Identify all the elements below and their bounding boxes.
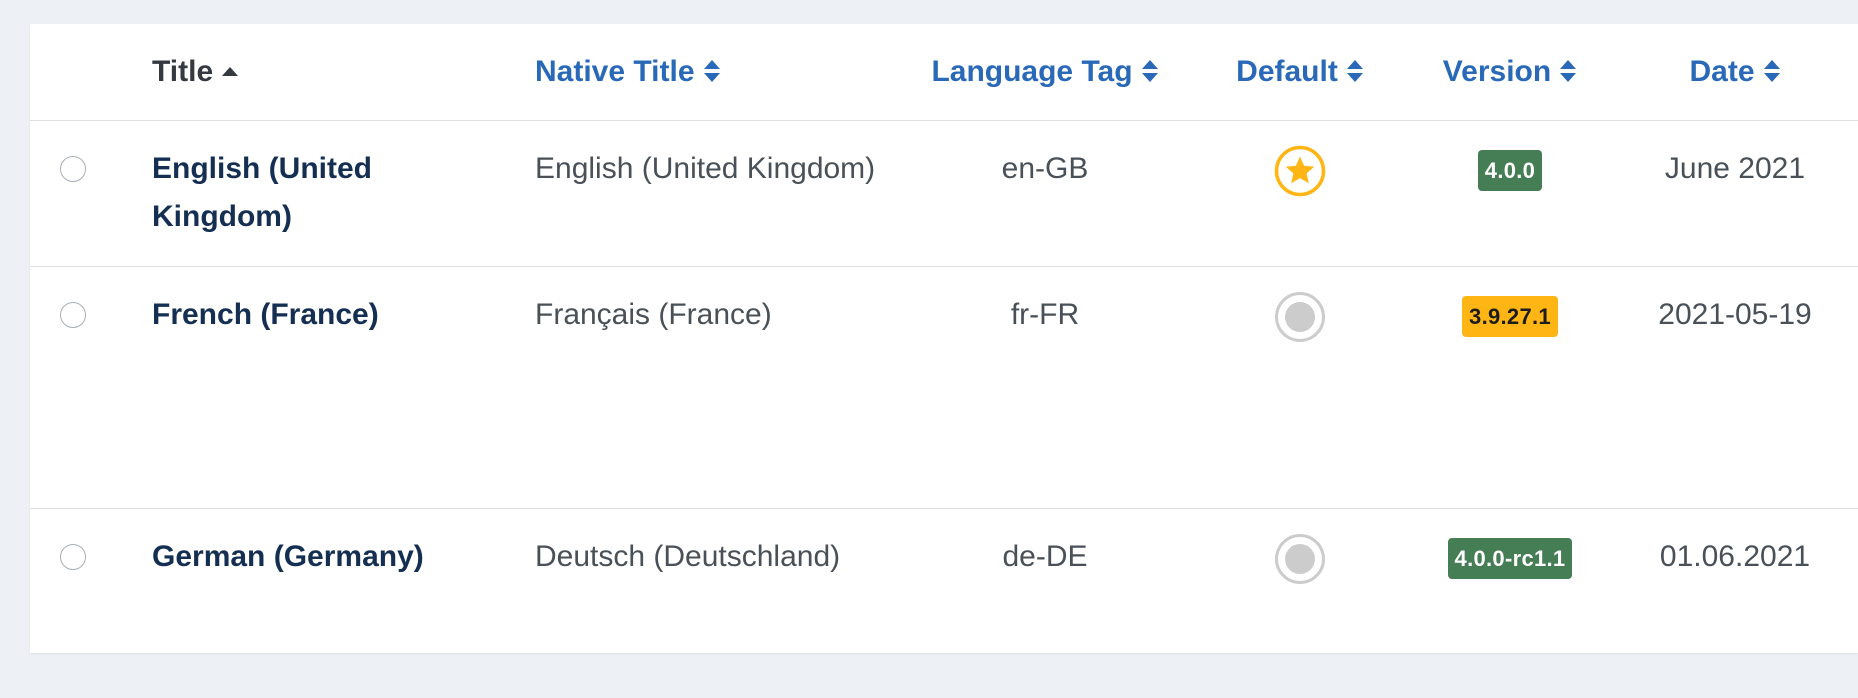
star-circle-icon[interactable] (1274, 145, 1326, 197)
language-title-text[interactable]: German (Germany) (152, 540, 424, 573)
language-title-link[interactable]: German (Germany) (152, 533, 502, 581)
sort-icon (1763, 58, 1781, 84)
column-header-native-title-label: Native Title (535, 55, 695, 88)
column-header-language-tag[interactable]: Language Tag (910, 48, 1180, 96)
version-badge: 4.0.0 (1477, 150, 1543, 191)
sort-icon (1141, 58, 1159, 84)
native-title: Deutsch (Deutschland) (535, 540, 841, 573)
column-header-title-label: Title (152, 55, 214, 88)
language-tag: de-DE (1002, 540, 1088, 573)
date-cell: 01.06.2021 (1659, 540, 1811, 573)
sort-icon (1346, 58, 1364, 84)
native-title: Français (France) (535, 298, 772, 331)
column-header-default-label: Default (1236, 55, 1338, 88)
circle-icon[interactable] (1274, 533, 1326, 585)
language-tag: en-GB (1001, 152, 1089, 185)
table-row: English (United Kingdom) English (United… (30, 121, 1858, 267)
date-cell: June 2021 (1664, 152, 1806, 185)
column-header-date-label: Date (1689, 55, 1755, 88)
version-cell: 3.9.27.1 (1400, 291, 1620, 339)
native-title: English (United Kingdom) (535, 152, 876, 185)
language-title-link[interactable]: English (United Kingdom) (152, 145, 502, 241)
sort-icon (1559, 58, 1577, 84)
column-header-native-title[interactable]: Native Title (535, 48, 895, 96)
column-header-language-tag-label: Language Tag (931, 55, 1133, 88)
table-header: Title Native Title Language Tag Default … (30, 24, 1858, 121)
column-header-version-label: Version (1442, 55, 1552, 88)
language-title-link[interactable]: French (France) (152, 291, 502, 339)
version-cell: 4.0.0-rc1.1 (1400, 533, 1620, 581)
table-row: French (France) Français (France) fr-FR … (30, 267, 1858, 509)
column-header-title[interactable]: Title (152, 48, 502, 96)
version-badge: 4.0.0-rc1.1 (1447, 538, 1573, 579)
column-header-date[interactable]: Date (1620, 48, 1850, 96)
table-row: German (Germany) Deutsch (Deutschland) d… (30, 509, 1858, 653)
language-title-text[interactable]: French (France) (152, 298, 379, 331)
row-select-radio[interactable] (60, 302, 86, 328)
circle-icon[interactable] (1274, 291, 1326, 343)
version-badge: 3.9.27.1 (1462, 296, 1558, 337)
language-title-text[interactable]: English (United Kingdom) (152, 152, 372, 233)
languages-table: Title Native Title Language Tag Default … (30, 24, 1858, 653)
column-header-version[interactable]: Version (1400, 48, 1620, 96)
version-cell: 4.0.0 (1400, 145, 1620, 193)
row-select-radio[interactable] (60, 544, 86, 570)
caret-up-icon (221, 65, 239, 77)
language-tag: fr-FR (1010, 298, 1080, 331)
column-header-default[interactable]: Default (1210, 48, 1390, 96)
date-cell: 2021-05-19 (1658, 298, 1812, 331)
row-select-radio[interactable] (60, 156, 86, 182)
sort-icon (703, 58, 721, 84)
